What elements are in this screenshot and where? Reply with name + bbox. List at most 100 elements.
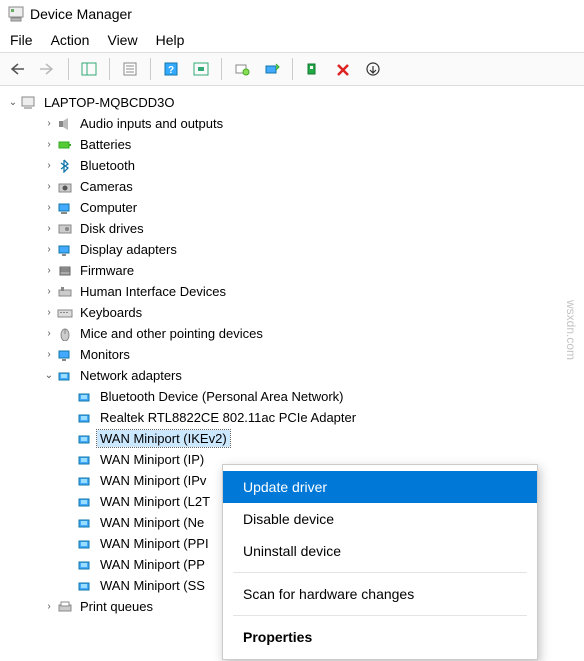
properties-button[interactable] <box>116 56 144 82</box>
ctx-properties[interactable]: Properties <box>223 621 537 653</box>
toolbar-separator <box>221 58 222 80</box>
category-display[interactable]: › Display adapters <box>4 239 580 260</box>
category-label: Mice and other pointing devices <box>77 325 266 342</box>
display-icon <box>56 242 74 258</box>
network-icon <box>56 368 74 384</box>
enable-device-button[interactable] <box>359 56 387 82</box>
uninstall-device-button[interactable] <box>299 56 327 82</box>
network-adapter-icon <box>76 536 94 552</box>
network-adapter-icon <box>76 452 94 468</box>
toolbar: ? <box>0 52 584 86</box>
category-label: Network adapters <box>77 367 185 384</box>
expand-icon[interactable]: › <box>42 160 56 171</box>
category-battery[interactable]: › Batteries <box>4 134 580 155</box>
monitor-icon <box>56 347 74 363</box>
expand-icon[interactable]: › <box>42 202 56 213</box>
network-adapter-icon <box>76 389 94 405</box>
device-label: WAN Miniport (IKEv2) <box>97 430 230 447</box>
expand-icon[interactable]: › <box>42 244 56 255</box>
forward-button[interactable] <box>34 56 62 82</box>
expand-icon[interactable]: › <box>42 181 56 192</box>
category-keyboard[interactable]: ›Keyboards <box>4 302 580 323</box>
collapse-icon[interactable]: ⌄ <box>6 97 20 108</box>
expand-icon[interactable]: › <box>42 223 56 234</box>
device-label: WAN Miniport (IP) <box>97 451 207 468</box>
menu-view[interactable]: View <box>107 32 137 48</box>
network-adapter-icon <box>76 578 94 594</box>
app-icon <box>8 6 24 22</box>
bluetooth-icon <box>56 158 74 174</box>
device-label: Bluetooth Device (Personal Area Network) <box>97 388 347 405</box>
ctx-disable-device[interactable]: Disable device <box>223 503 537 535</box>
ctx-scan-hardware[interactable]: Scan for hardware changes <box>223 578 537 610</box>
action-button[interactable] <box>187 56 215 82</box>
computer-icon <box>20 95 38 111</box>
expand-icon[interactable]: › <box>42 601 56 612</box>
network-adapter-item[interactable]: ›Realtek RTL8822CE 802.11ac PCIe Adapter <box>4 407 580 428</box>
device-label: WAN Miniport (IPv <box>97 472 209 489</box>
device-label: WAN Miniport (SS <box>97 577 208 594</box>
category-hid[interactable]: › Human Interface Devices <box>4 281 580 302</box>
printer-icon <box>56 599 74 615</box>
category-camera[interactable]: › Cameras <box>4 176 580 197</box>
collapse-icon[interactable]: ⌄ <box>42 370 56 381</box>
keyboard-icon <box>56 305 74 321</box>
category-bluetooth[interactable]: ›Bluetooth <box>4 155 580 176</box>
camera-icon <box>56 179 74 195</box>
expand-icon[interactable]: › <box>42 139 56 150</box>
category-label: Batteries <box>77 136 134 153</box>
category-label: Display adapters <box>77 241 180 258</box>
expand-icon[interactable]: › <box>42 349 56 360</box>
network-adapter-item[interactable]: ›Bluetooth Device (Personal Area Network… <box>4 386 580 407</box>
expand-icon[interactable]: › <box>42 265 56 276</box>
network-adapter-icon <box>76 473 94 489</box>
update-driver-button[interactable] <box>258 56 286 82</box>
window-title: Device Manager <box>30 6 132 22</box>
expand-icon[interactable]: › <box>42 286 56 297</box>
help-button[interactable]: ? <box>157 56 185 82</box>
expand-icon[interactable]: › <box>42 118 56 129</box>
expand-icon[interactable]: › <box>42 328 56 339</box>
toolbar-separator <box>292 58 293 80</box>
category-label: Firmware <box>77 262 137 279</box>
menu-action[interactable]: Action <box>51 32 90 48</box>
category-label: Human Interface Devices <box>77 283 229 300</box>
device-label: WAN Miniport (PPI <box>97 535 212 552</box>
menu-help[interactable]: Help <box>156 32 185 48</box>
ctx-update-driver[interactable]: Update driver <box>223 471 537 503</box>
svg-text:?: ? <box>168 65 174 76</box>
category-audio[interactable]: › Audio inputs and outputs <box>4 113 580 134</box>
menu-bar: File Action View Help <box>0 28 584 52</box>
mouse-icon <box>56 326 74 342</box>
computer-icon <box>56 200 74 216</box>
ctx-separator <box>233 572 527 573</box>
network-adapter-icon <box>76 557 94 573</box>
show-hide-console-tree-button[interactable] <box>75 56 103 82</box>
toolbar-separator <box>109 58 110 80</box>
watermark: wsxdn.com <box>564 300 578 360</box>
expand-icon[interactable]: › <box>42 307 56 318</box>
scan-hardware-button[interactable] <box>228 56 256 82</box>
network-adapter-icon <box>76 410 94 426</box>
category-computer[interactable]: › Computer <box>4 197 580 218</box>
disable-device-button[interactable] <box>329 56 357 82</box>
category-monitor[interactable]: ›Monitors <box>4 344 580 365</box>
audio-icon <box>56 116 74 132</box>
root-label: LAPTOP-MQBCDD3O <box>41 94 178 111</box>
back-button[interactable] <box>4 56 32 82</box>
context-menu: Update driver Disable device Uninstall d… <box>222 464 538 660</box>
category-firmware[interactable]: › Firmware <box>4 260 580 281</box>
device-label: Realtek RTL8822CE 802.11ac PCIe Adapter <box>97 409 359 426</box>
category-label: Audio inputs and outputs <box>77 115 226 132</box>
menu-file[interactable]: File <box>10 32 33 48</box>
category-label: Cameras <box>77 178 136 195</box>
category-label: Computer <box>77 199 140 216</box>
network-adapter-icon <box>76 494 94 510</box>
toolbar-separator <box>68 58 69 80</box>
category-disk[interactable]: ›Disk drives <box>4 218 580 239</box>
ctx-uninstall-device[interactable]: Uninstall device <box>223 535 537 567</box>
network-adapter-item[interactable]: ›WAN Miniport (IKEv2) <box>4 428 580 449</box>
category-mouse[interactable]: › Mice and other pointing devices <box>4 323 580 344</box>
category-network-adapters[interactable]: ⌄ Network adapters <box>4 365 580 386</box>
root-node[interactable]: ⌄ LAPTOP-MQBCDD3O <box>4 92 580 113</box>
